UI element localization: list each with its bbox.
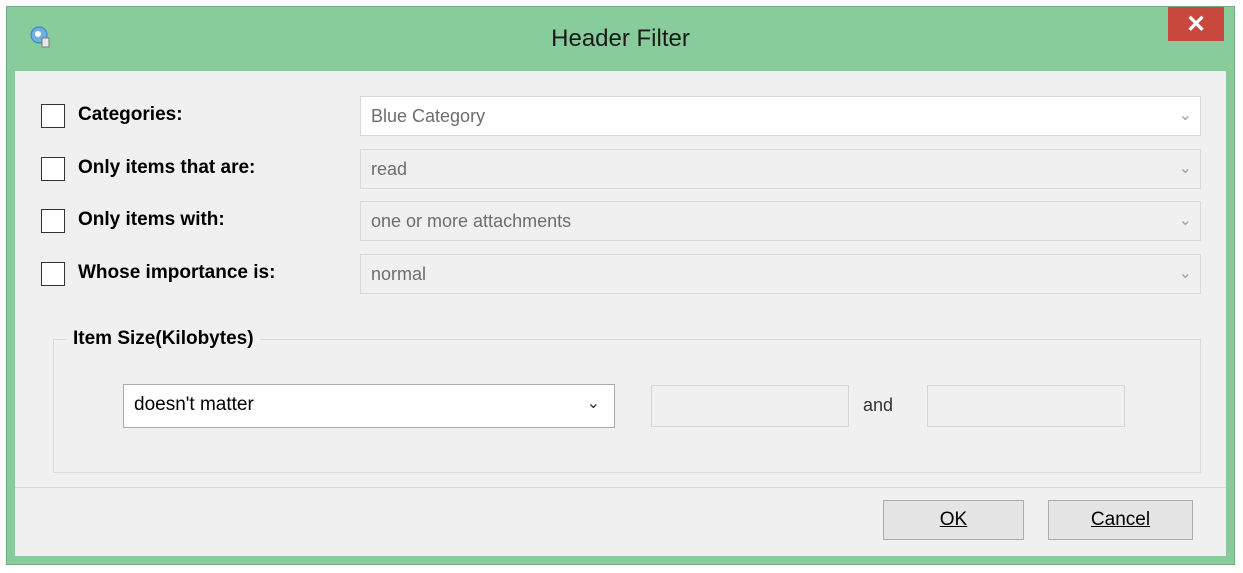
chevron-down-icon: ⌄ [1178,160,1192,177]
item-size-to-input[interactable] [927,385,1125,427]
categories-value: Blue Category [371,106,486,126]
attachments-checkbox[interactable] [41,209,65,233]
item-size-condition-value: doesn't matter [134,394,254,415]
importance-label: Whose importance is: [78,262,276,283]
filter-row-importance: Whose importance is: normal ⌄ [15,254,1226,302]
importance-select[interactable]: normal ⌄ [360,254,1201,294]
chevron-down-icon: ⌄ [1178,107,1192,124]
filter-row-categories: Categories: Blue Category ⌄ [15,96,1226,144]
cancel-button-label: Cancel [1090,509,1151,530]
categories-checkbox[interactable] [41,104,65,128]
close-button[interactable]: ✕ [1168,7,1224,41]
cancel-button[interactable]: Cancel [1048,500,1193,540]
dialog-title: Header Filter [551,25,690,52]
and-label: and [863,395,894,415]
chevron-down-icon: ⌄ [586,395,600,412]
ok-button[interactable]: OK [883,500,1024,540]
chevron-down-icon: ⌄ [1178,212,1192,229]
status-value: read [371,159,408,179]
importance-checkbox[interactable] [41,262,65,286]
chevron-down-icon: ⌄ [1178,265,1192,282]
item-size-label: Item Size(Kilobytes) [67,328,260,350]
categories-select[interactable]: Blue Category ⌄ [360,96,1201,136]
item-size-from-input[interactable] [651,385,849,427]
attachments-value: one or more attachments [371,211,572,231]
close-icon: ✕ [1185,10,1207,38]
divider [15,487,1226,488]
attachments-select[interactable]: one or more attachments ⌄ [360,201,1201,241]
status-label: Only items that are: [78,157,256,178]
filter-row-attachments: Only items with: one or more attachments… [15,201,1226,249]
filter-row-status: Only items that are: read ⌄ [15,149,1226,197]
item-size-condition-select[interactable]: doesn't matter ⌄ [123,384,615,428]
dialog-body: Categories: Blue Category ⌄ Only items t… [15,71,1226,556]
status-select[interactable]: read ⌄ [360,149,1201,189]
header-filter-dialog: Header Filter ✕ Categories: Blue Categor… [6,6,1235,565]
attachments-label: Only items with: [78,209,225,230]
ok-button-label: OK [939,509,968,530]
status-checkbox[interactable] [41,157,65,181]
categories-label: Categories: [78,104,183,125]
title-bar[interactable]: Header Filter ✕ [7,7,1234,71]
importance-value: normal [371,264,427,284]
